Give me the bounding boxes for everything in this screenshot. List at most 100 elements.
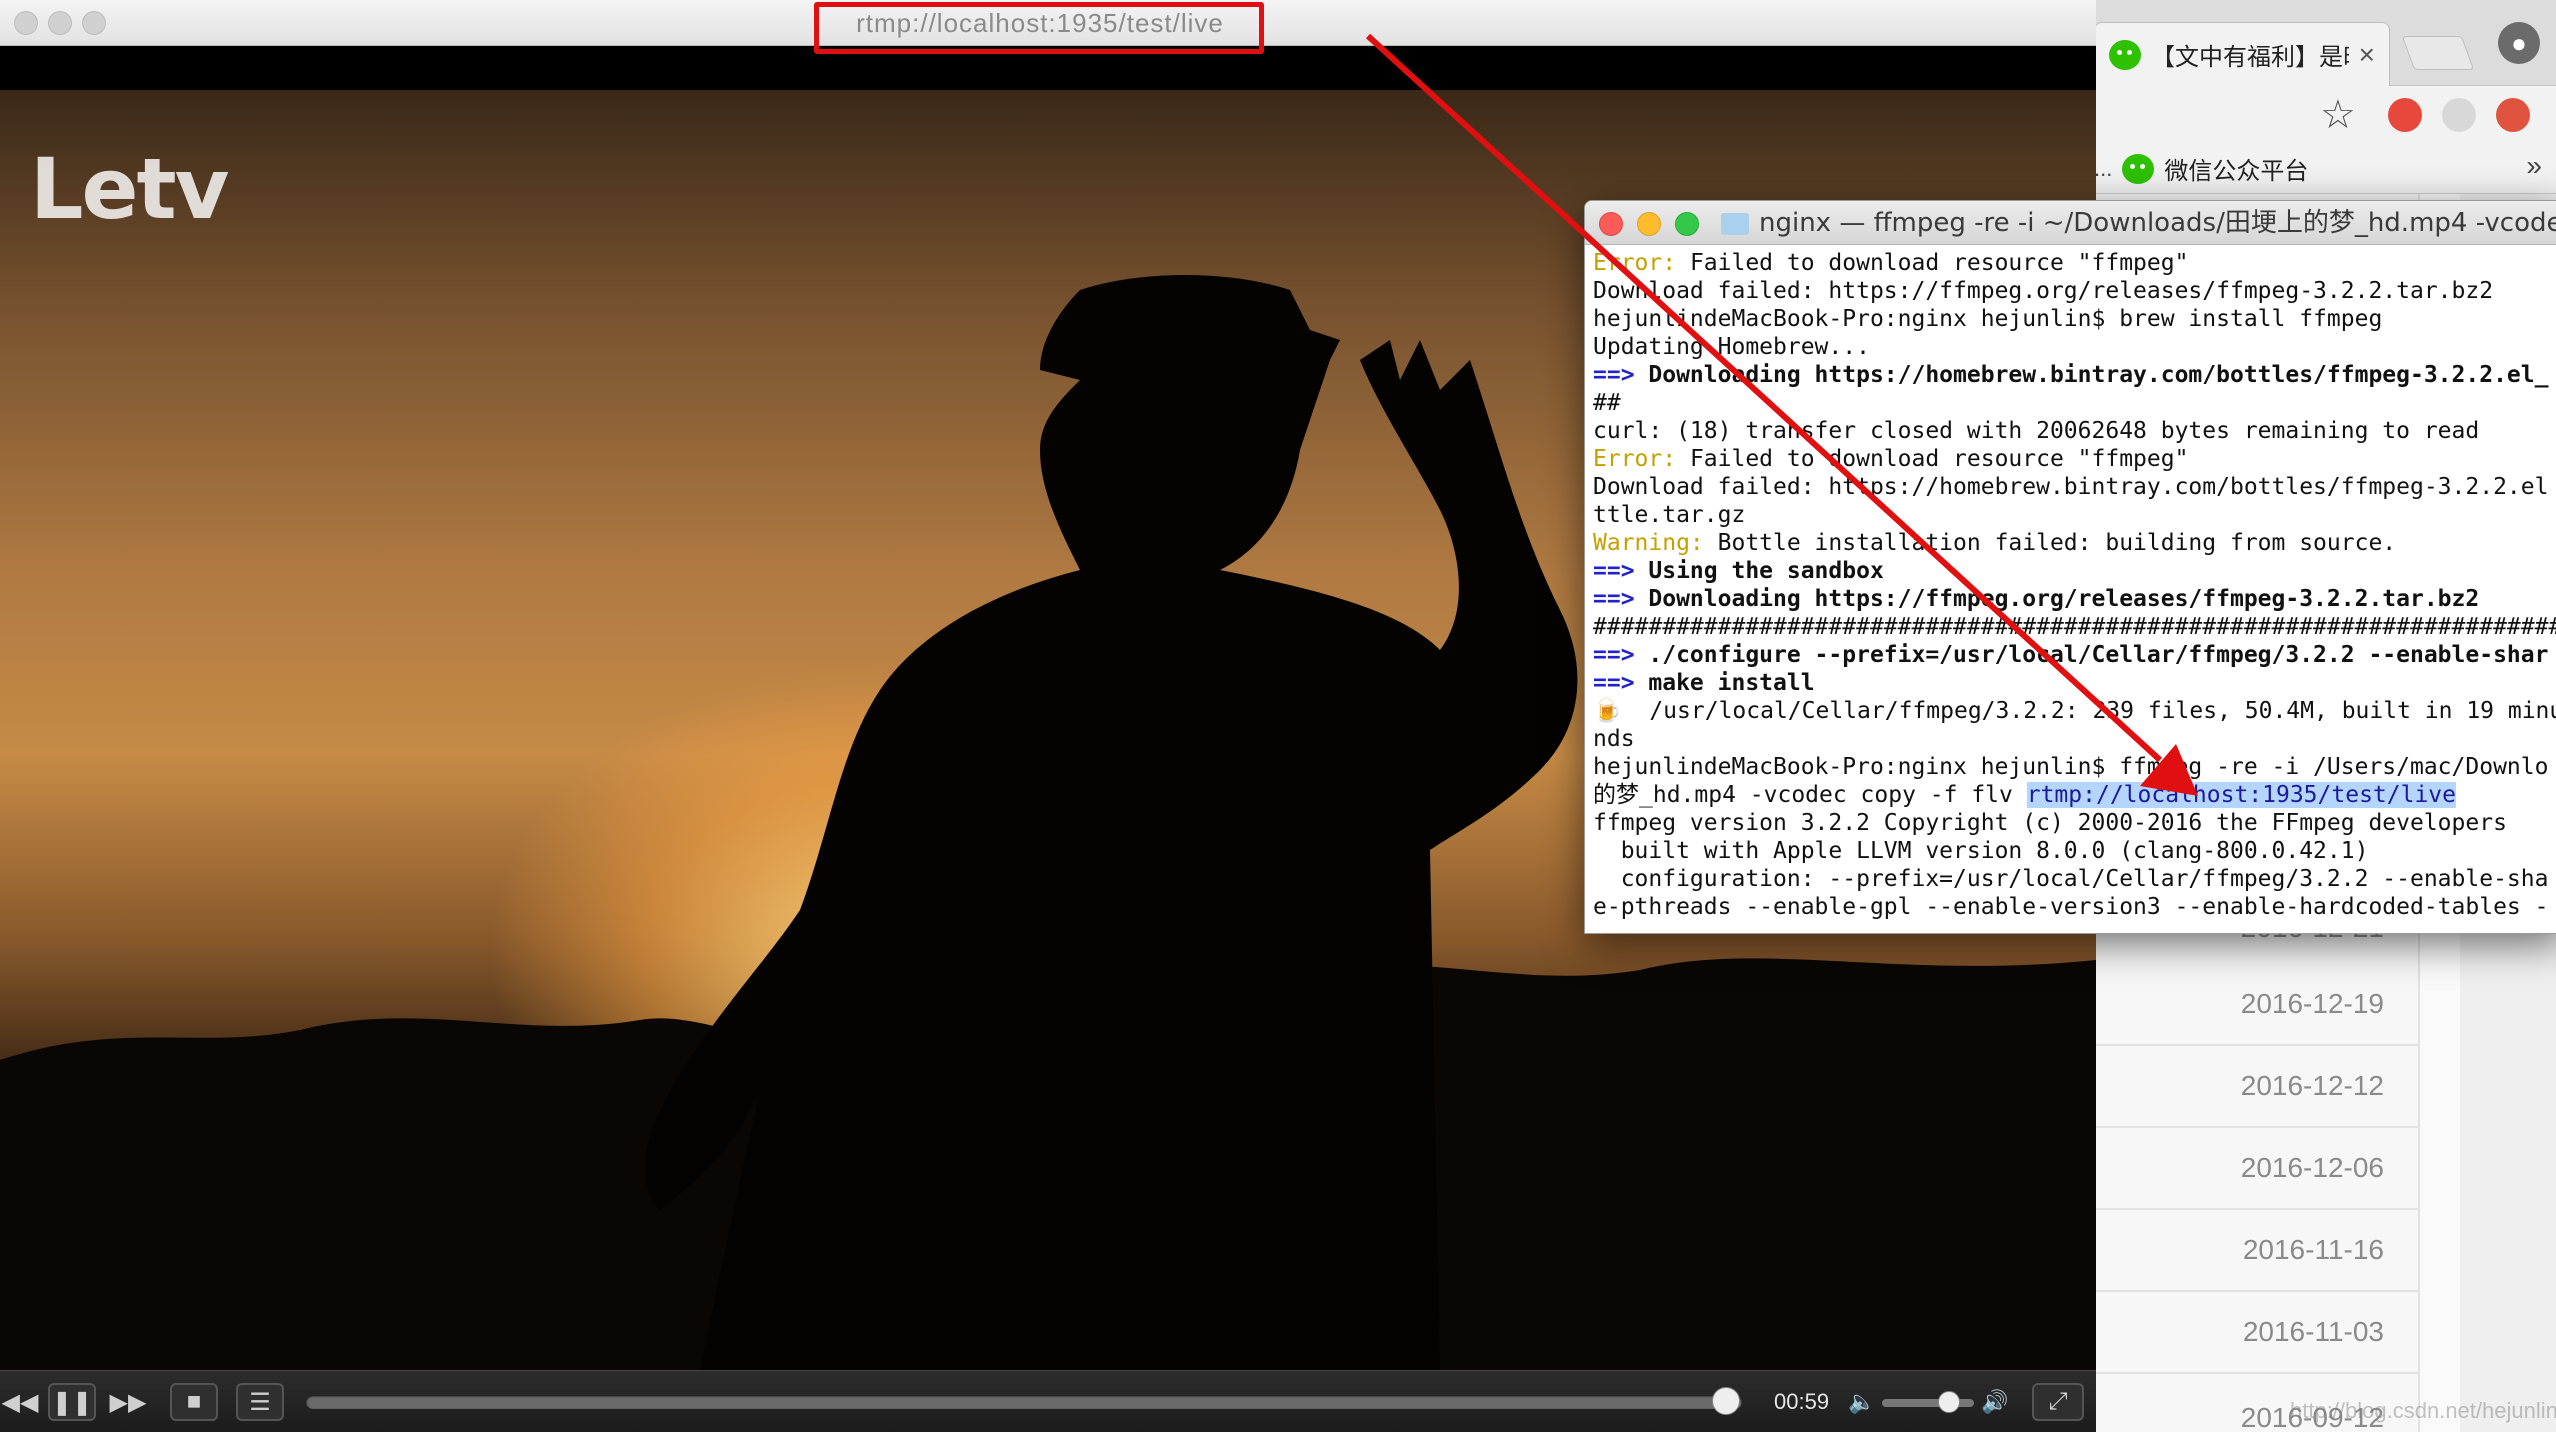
terminal-text: Error:	[1593, 250, 1677, 276]
terminal-output[interactable]: Error: Failed to download resource "ffmp…	[1593, 249, 2556, 921]
browser-toolbar: ☆	[2080, 86, 2556, 144]
close-window-button[interactable]	[1599, 212, 1623, 236]
terminal-line: Warning: Bottle installation failed: bui…	[1593, 529, 2556, 557]
zoom-window-button[interactable]	[82, 11, 106, 35]
user-profile-icon[interactable]: ●	[2498, 22, 2540, 64]
terminal-text: Download failed: https://homebrew.bintra…	[1593, 474, 2549, 500]
terminal-text: ffmpeg version 3.2.2 Copyright (c) 2000-…	[1593, 810, 2507, 836]
upload-extension-icon[interactable]	[2496, 98, 2530, 132]
date-divider	[2080, 1126, 2420, 1128]
selected-rtmp-url: rtmp://localhost:1935/test/live	[2026, 782, 2456, 808]
date-divider	[2080, 1290, 2420, 1292]
terminal-text: configuration: --prefix=/usr/local/Cella…	[1593, 866, 2549, 892]
terminal-text: 的梦_hd.mp4 -vcodec copy -f flv	[1593, 782, 2027, 808]
minimize-window-button[interactable]	[48, 11, 72, 35]
bookmarks-bar: ... 微信公众平台	[2080, 144, 2556, 194]
terminal-text: ==>	[1593, 558, 1635, 584]
volume-up-icon[interactable]: 🔊	[1980, 1383, 2010, 1421]
bookmarks-more-button[interactable]: »	[2526, 150, 2542, 182]
folder-icon	[1721, 213, 1749, 235]
date-item: 2016-12-12	[2240, 1070, 2384, 1101]
terminal-text: curl: (18) transfer closed with 20062648…	[1593, 418, 2480, 444]
fullscreen-icon[interactable]: ⤢	[2032, 1383, 2084, 1421]
mute-icon[interactable]: 🔈	[1848, 1383, 1875, 1421]
terminal-line: e-pthreads --enable-gpl --enable-version…	[1593, 893, 2556, 921]
bookmark-star-icon[interactable]: ☆	[2320, 92, 2356, 138]
zoom-window-button[interactable]	[1675, 212, 1699, 236]
close-window-button[interactable]	[14, 11, 38, 35]
terminal-line: ttle.tar.gz	[1593, 501, 2556, 529]
terminal-text: hejunlindeMacBook-Pro:nginx hejunlin$ br…	[1593, 306, 2383, 332]
terminal-window[interactable]: nginx — ffmpeg -re -i ~/Downloads/田埂上的梦_…	[1584, 200, 2556, 934]
terminal-text: make install	[1634, 670, 1815, 696]
terminal-line: hejunlindeMacBook-Pro:nginx hejunlin$ ff…	[1593, 753, 2556, 781]
date-divider	[2080, 1372, 2420, 1374]
browser-tab-title: 【文中有福利】是时	[2151, 43, 2349, 71]
terminal-text: Download failed: https://ffmpeg.org/rele…	[1593, 278, 2494, 304]
wechat-icon	[2109, 39, 2141, 70]
stop-icon[interactable]: ■	[170, 1383, 218, 1421]
minimize-window-button[interactable]	[1637, 212, 1661, 236]
terminal-line: ==> Downloading https://ffmpeg.org/relea…	[1593, 585, 2556, 613]
terminal-line: built with Apple LLVM version 8.0.0 (cla…	[1593, 837, 2556, 865]
terminal-text: ==>	[1593, 362, 1635, 388]
close-tab-button[interactable]: ×	[2359, 40, 2375, 69]
terminal-line: ==> Using the sandbox	[1593, 557, 2556, 585]
date-divider	[2080, 1208, 2420, 1210]
seek-handle[interactable]	[1712, 1387, 1740, 1415]
new-tab-button[interactable]	[2401, 36, 2475, 70]
adblock-extension-icon[interactable]	[2388, 98, 2422, 132]
terminal-text: 🍺 /usr/local/Cellar/ffmpeg/3.2.2: 239 fi…	[1593, 698, 2556, 724]
browser-tab-bar: 【文中有福利】是时 × ●	[2080, 0, 2556, 86]
pause-icon[interactable]: ❚❚	[48, 1383, 96, 1421]
terminal-text: Downloading https://homebrew.bintray.com…	[1634, 362, 2549, 388]
bookmark-wechat-platform[interactable]: 微信公众平台	[2164, 151, 2308, 186]
playlist-icon[interactable]: ☰	[236, 1383, 284, 1421]
player-control-bar: ◀◀ ❚❚ ▶▶ ■ ☰ 00:59 🔈 🔊 ⤢	[0, 1370, 2096, 1432]
terminal-text: ==>	[1593, 670, 1635, 696]
desktop: 【文中有福利】是时 × ● ☆ ... 微信公众平台 » 2016-12-21 …	[0, 0, 2556, 1432]
terminal-line: curl: (18) transfer closed with 20062648…	[1593, 417, 2556, 445]
terminal-text: built with Apple LLVM version 8.0.0 (cla…	[1593, 838, 2369, 864]
terminal-text: Error:	[1593, 446, 1677, 472]
terminal-line: nds	[1593, 725, 2556, 753]
terminal-text: ==>	[1593, 642, 1635, 668]
terminal-line: 的梦_hd.mp4 -vcodec copy -f flv rtmp://loc…	[1593, 781, 2556, 809]
terminal-text: Bottle installation failed: building fro…	[1703, 530, 2397, 556]
rewind-icon[interactable]: ◀◀	[2, 1383, 39, 1421]
terminal-line: ==> ./configure --prefix=/usr/local/Cell…	[1593, 641, 2556, 669]
wechat-bookmark-icon	[2122, 153, 2155, 184]
extension-icon[interactable]	[2442, 98, 2476, 132]
terminal-text: ./configure --prefix=/usr/local/Cellar/f…	[1634, 642, 2549, 668]
terminal-text: ##	[1593, 390, 1621, 416]
date-divider	[2080, 1044, 2420, 1046]
volume-handle[interactable]	[1938, 1391, 1960, 1413]
fast-forward-icon[interactable]: ▶▶	[108, 1383, 148, 1421]
terminal-title-bar: nginx — ffmpeg -re -i ~/Downloads/田埂上的梦_…	[1585, 201, 2556, 245]
terminal-line: ffmpeg version 3.2.2 Copyright (c) 2000-…	[1593, 809, 2556, 837]
terminal-text: hejunlindeMacBook-Pro:nginx hejunlin$ ff…	[1593, 754, 2549, 780]
terminal-line: hejunlindeMacBook-Pro:nginx hejunlin$ br…	[1593, 305, 2556, 333]
bookmark-overflow-text: ...	[2094, 155, 2113, 181]
date-item: 2016-12-19	[2240, 988, 2384, 1019]
terminal-line: ==> Downloading https://homebrew.bintray…	[1593, 361, 2556, 389]
terminal-text: nds	[1593, 726, 1635, 752]
terminal-line: Download failed: https://ffmpeg.org/rele…	[1593, 277, 2556, 305]
terminal-line: Updating Homebrew...	[1593, 333, 2556, 361]
terminal-text: Warning:	[1593, 530, 1704, 556]
terminal-text: ==>	[1593, 586, 1635, 612]
date-item: 2016-12-06	[2240, 1152, 2384, 1183]
volume-slider[interactable]	[1882, 1399, 1974, 1407]
terminal-text: Updating Homebrew...	[1593, 334, 1870, 360]
browser-tab[interactable]: 【文中有福利】是时 ×	[2094, 22, 2390, 86]
date-item: 2016-11-03	[2242, 1316, 2384, 1347]
terminal-line: 🍺 /usr/local/Cellar/ffmpeg/3.2.2: 239 fi…	[1593, 697, 2556, 725]
terminal-text: Failed to download resource "ffmpeg"	[1676, 446, 2189, 472]
terminal-line: configuration: --prefix=/usr/local/Cella…	[1593, 865, 2556, 893]
terminal-line: ==> make install	[1593, 669, 2556, 697]
annotation-highlight-box	[814, 2, 1264, 54]
seek-bar[interactable]	[306, 1395, 1742, 1409]
terminal-title: nginx — ffmpeg -re -i ~/Downloads/田埂上的梦_…	[1759, 208, 2556, 238]
terminal-text: Failed to download resource "ffmpeg"	[1676, 250, 2189, 276]
terminal-line: ########################################…	[1593, 613, 2556, 641]
